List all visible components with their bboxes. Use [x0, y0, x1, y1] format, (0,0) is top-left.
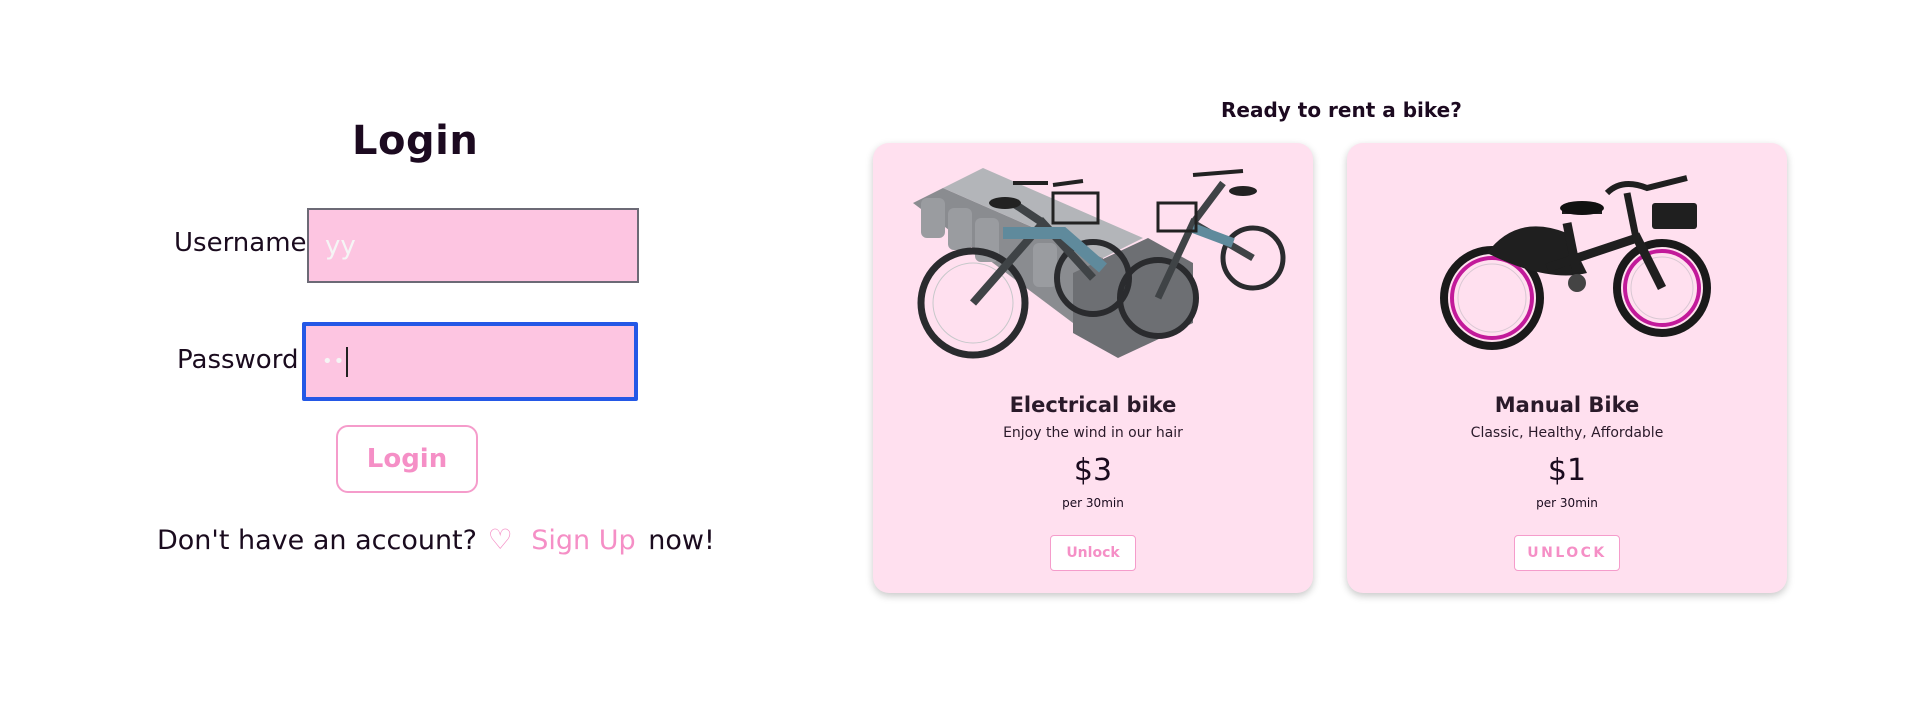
card-price-unit: per 30min [1062, 496, 1124, 510]
signup-suffix: now! [648, 525, 715, 556]
username-label: Username [174, 228, 307, 258]
password-input[interactable]: •• [302, 322, 638, 401]
manual-bike-card: Manual Bike Classic, Healthy, Affordable… [1347, 143, 1787, 593]
rent-title: Ready to rent a bike? [1221, 98, 1462, 122]
card-price: $3 [1073, 453, 1113, 488]
electric-bike-image [913, 168, 1286, 359]
login-title: Login [352, 118, 479, 164]
card-price: $1 [1547, 453, 1587, 488]
heart-icon: ♡ [487, 523, 513, 556]
unlock-button[interactable]: Unlock [1050, 535, 1136, 571]
text-caret [346, 346, 349, 377]
username-input[interactable]: yy [307, 208, 639, 283]
password-label: Password [177, 345, 299, 375]
unlock-button[interactable]: UNLOCK [1514, 535, 1620, 571]
password-value: •• [322, 351, 346, 372]
card-title: Manual Bike [1494, 393, 1640, 417]
signup-link[interactable]: Sign Up [531, 525, 635, 556]
username-value: yy [325, 230, 356, 261]
card-title: Electrical bike [1009, 393, 1177, 417]
signup-prompt: Don't have an account? ♡ Sign Up now! [157, 523, 715, 556]
login-button[interactable]: Login [336, 425, 478, 493]
card-description: Enjoy the wind in our hair [1003, 425, 1183, 441]
card-price-unit: per 30min [1536, 496, 1598, 510]
manual-bike-image [1440, 175, 1711, 350]
electric-bike-card: Electrical bike Enjoy the wind in our ha… [873, 143, 1313, 593]
card-description: Classic, Healthy, Affordable [1470, 425, 1664, 441]
signup-prefix: Don't have an account? [157, 525, 477, 556]
